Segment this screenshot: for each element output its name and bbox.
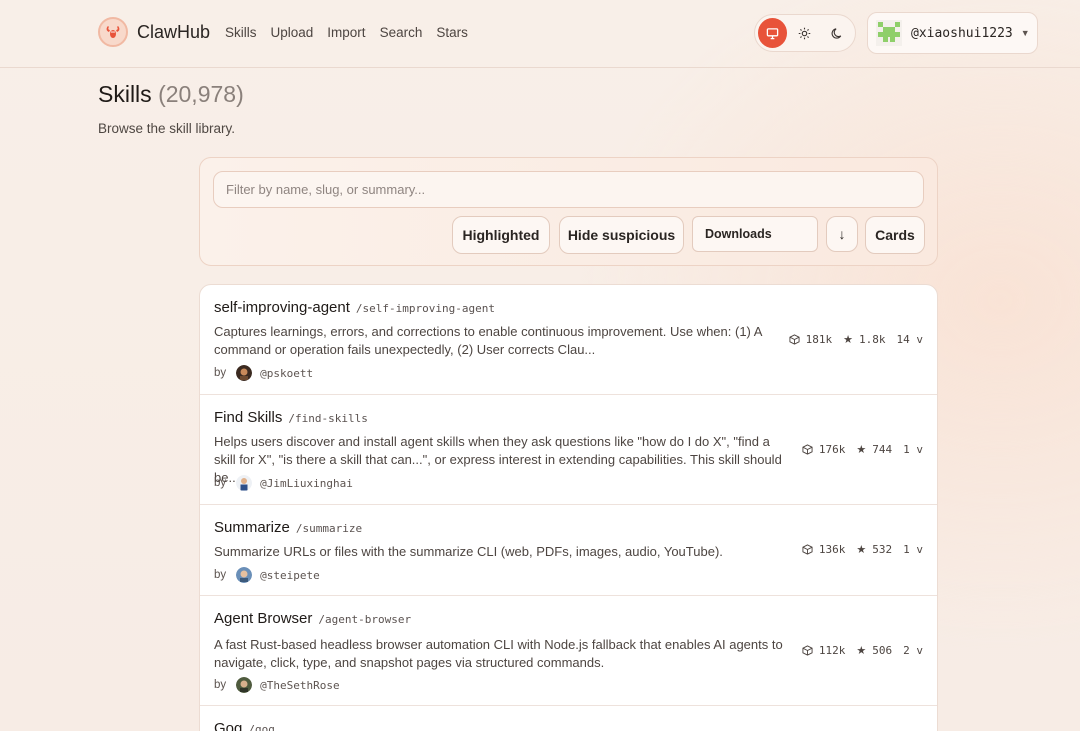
page-subtitle: Browse the skill library. bbox=[98, 121, 236, 136]
skill-slug: /find-skills bbox=[288, 412, 368, 425]
skill-stats: 176k ★ 744 1 v bbox=[802, 443, 923, 456]
star-count: 1.8k bbox=[859, 333, 886, 346]
package-icon bbox=[789, 334, 800, 345]
theme-dark-button[interactable] bbox=[823, 18, 852, 48]
filter-input[interactable] bbox=[213, 171, 924, 208]
skill-row[interactable]: Gog/gog bbox=[200, 706, 937, 731]
hide-suspicious-toggle-button[interactable]: Hide suspicious bbox=[559, 216, 684, 254]
author-avatar bbox=[236, 567, 253, 583]
skills-list: self-improving-agent/self-improving-agen… bbox=[199, 284, 938, 731]
package-icon bbox=[802, 645, 813, 656]
sun-icon bbox=[799, 27, 811, 39]
author-avatar bbox=[236, 475, 253, 491]
nav-item-skills[interactable]: Skills bbox=[225, 25, 257, 40]
package-icon bbox=[802, 544, 813, 555]
star-icon: ★ bbox=[856, 444, 867, 456]
star-icon: ★ bbox=[843, 334, 853, 346]
monitor-icon bbox=[766, 27, 779, 39]
version-count: 1 v bbox=[903, 443, 923, 456]
skill-slug: /agent-browser bbox=[318, 613, 412, 626]
nav-item-search[interactable]: Search bbox=[380, 25, 423, 40]
author-avatar bbox=[236, 677, 253, 693]
highlighted-toggle-button[interactable]: Highlighted bbox=[452, 216, 550, 254]
skill-slug: /gog bbox=[248, 723, 275, 731]
brand[interactable]: ClawHub bbox=[98, 17, 210, 47]
skill-count: (20,978) bbox=[158, 81, 244, 107]
author-avatar bbox=[236, 365, 253, 381]
star-icon: ★ bbox=[856, 645, 867, 657]
skill-slug: /self-improving-agent bbox=[355, 302, 495, 315]
skill-stats: 136k ★ 532 1 v bbox=[802, 543, 923, 556]
nav-item-stars[interactable]: Stars bbox=[436, 25, 468, 40]
theme-light-button[interactable] bbox=[790, 18, 819, 48]
skill-title: Find Skills/find-skills bbox=[214, 409, 368, 426]
chevron-down-icon: ▼ bbox=[1020, 28, 1030, 38]
star-count: 506 bbox=[872, 644, 893, 657]
view-mode-button[interactable]: Cards bbox=[865, 216, 925, 254]
avatar bbox=[876, 20, 902, 46]
star-icon: ★ bbox=[856, 544, 867, 556]
download-count: 136k bbox=[818, 543, 846, 556]
theme-system-button[interactable] bbox=[758, 18, 788, 48]
theme-toggle-group bbox=[754, 14, 856, 52]
author-handle[interactable]: @TheSethRose bbox=[260, 679, 339, 692]
download-count: 181k bbox=[805, 333, 833, 346]
skill-stats: 181k ★ 1.8k 14 v bbox=[789, 333, 923, 346]
brand-name: ClawHub bbox=[137, 21, 211, 42]
skill-author: by @steipete bbox=[214, 567, 320, 583]
sort-select-value: Downloads bbox=[705, 227, 772, 241]
nav-item-import[interactable]: Import bbox=[327, 25, 365, 40]
skill-title: self-improving-agent/self-improving-agen… bbox=[214, 299, 495, 316]
skill-name: Summarize bbox=[214, 519, 290, 536]
package-icon bbox=[802, 444, 813, 455]
skill-row[interactable]: Find Skills/find-skills Helps users disc… bbox=[200, 395, 937, 505]
by-label: by bbox=[214, 679, 227, 691]
author-handle[interactable]: @pskoett bbox=[260, 367, 313, 380]
skill-description: A fast Rust-based headless browser autom… bbox=[214, 637, 783, 670]
skill-title: Gog/gog bbox=[214, 720, 275, 731]
skill-title: Agent Browser/agent-browser bbox=[214, 610, 411, 627]
skill-name: self-improving-agent bbox=[214, 299, 350, 316]
skill-name: Agent Browser bbox=[214, 610, 313, 627]
arrow-down-icon: ↓ bbox=[838, 226, 846, 242]
lobster-logo-icon bbox=[98, 17, 128, 47]
by-label: by bbox=[214, 367, 227, 379]
by-label: by bbox=[214, 477, 227, 489]
skill-name: Gog bbox=[214, 720, 243, 731]
version-count: 2 v bbox=[903, 644, 923, 657]
skill-row[interactable]: self-improving-agent/self-improving-agen… bbox=[200, 285, 937, 395]
star-count: 532 bbox=[872, 543, 893, 556]
filter-panel: Highlighted Hide suspicious Downloads ↓ … bbox=[199, 157, 938, 266]
skill-title: Summarize/summarize bbox=[214, 519, 362, 536]
download-count: 176k bbox=[818, 443, 846, 456]
main-nav: Skills Upload Import Search Stars bbox=[225, 25, 482, 40]
sort-direction-button[interactable]: ↓ bbox=[826, 216, 858, 252]
page-title-text: Skills bbox=[98, 81, 152, 107]
top-bar: ClawHub Skills Upload Import Search Star… bbox=[0, 0, 1080, 68]
version-count: 14 v bbox=[896, 333, 924, 346]
skill-author: by @JimLiuxinghai bbox=[214, 475, 353, 491]
skill-description: Captures learnings, errors, and correcti… bbox=[214, 324, 762, 357]
author-handle[interactable]: @JimLiuxinghai bbox=[260, 477, 353, 490]
skill-row[interactable]: Summarize/summarize Summarize URLs or fi… bbox=[200, 505, 937, 596]
skill-description: Summarize URLs or files with the summari… bbox=[214, 544, 723, 559]
skill-author: by @pskoett bbox=[214, 365, 313, 381]
nav-item-upload[interactable]: Upload bbox=[271, 25, 314, 40]
page-title: Skills (20,978) bbox=[98, 81, 244, 108]
by-label: by bbox=[214, 569, 227, 581]
skill-author: by @TheSethRose bbox=[214, 677, 340, 693]
sort-select[interactable]: Downloads bbox=[692, 216, 818, 252]
download-count: 112k bbox=[818, 644, 846, 657]
user-menu-button[interactable]: @xiaoshui1223 ▼ bbox=[867, 12, 1038, 54]
skill-stats: 112k ★ 506 2 v bbox=[802, 644, 923, 657]
skill-row[interactable]: Agent Browser/agent-browser A fast Rust-… bbox=[200, 596, 937, 706]
moon-icon bbox=[831, 27, 842, 39]
version-count: 1 v bbox=[903, 543, 923, 556]
star-count: 744 bbox=[872, 443, 893, 456]
author-handle[interactable]: @steipete bbox=[260, 569, 320, 582]
user-handle: @xiaoshui1223 bbox=[911, 25, 1013, 41]
skill-slug: /summarize bbox=[295, 522, 363, 535]
skill-name: Find Skills bbox=[214, 409, 283, 426]
